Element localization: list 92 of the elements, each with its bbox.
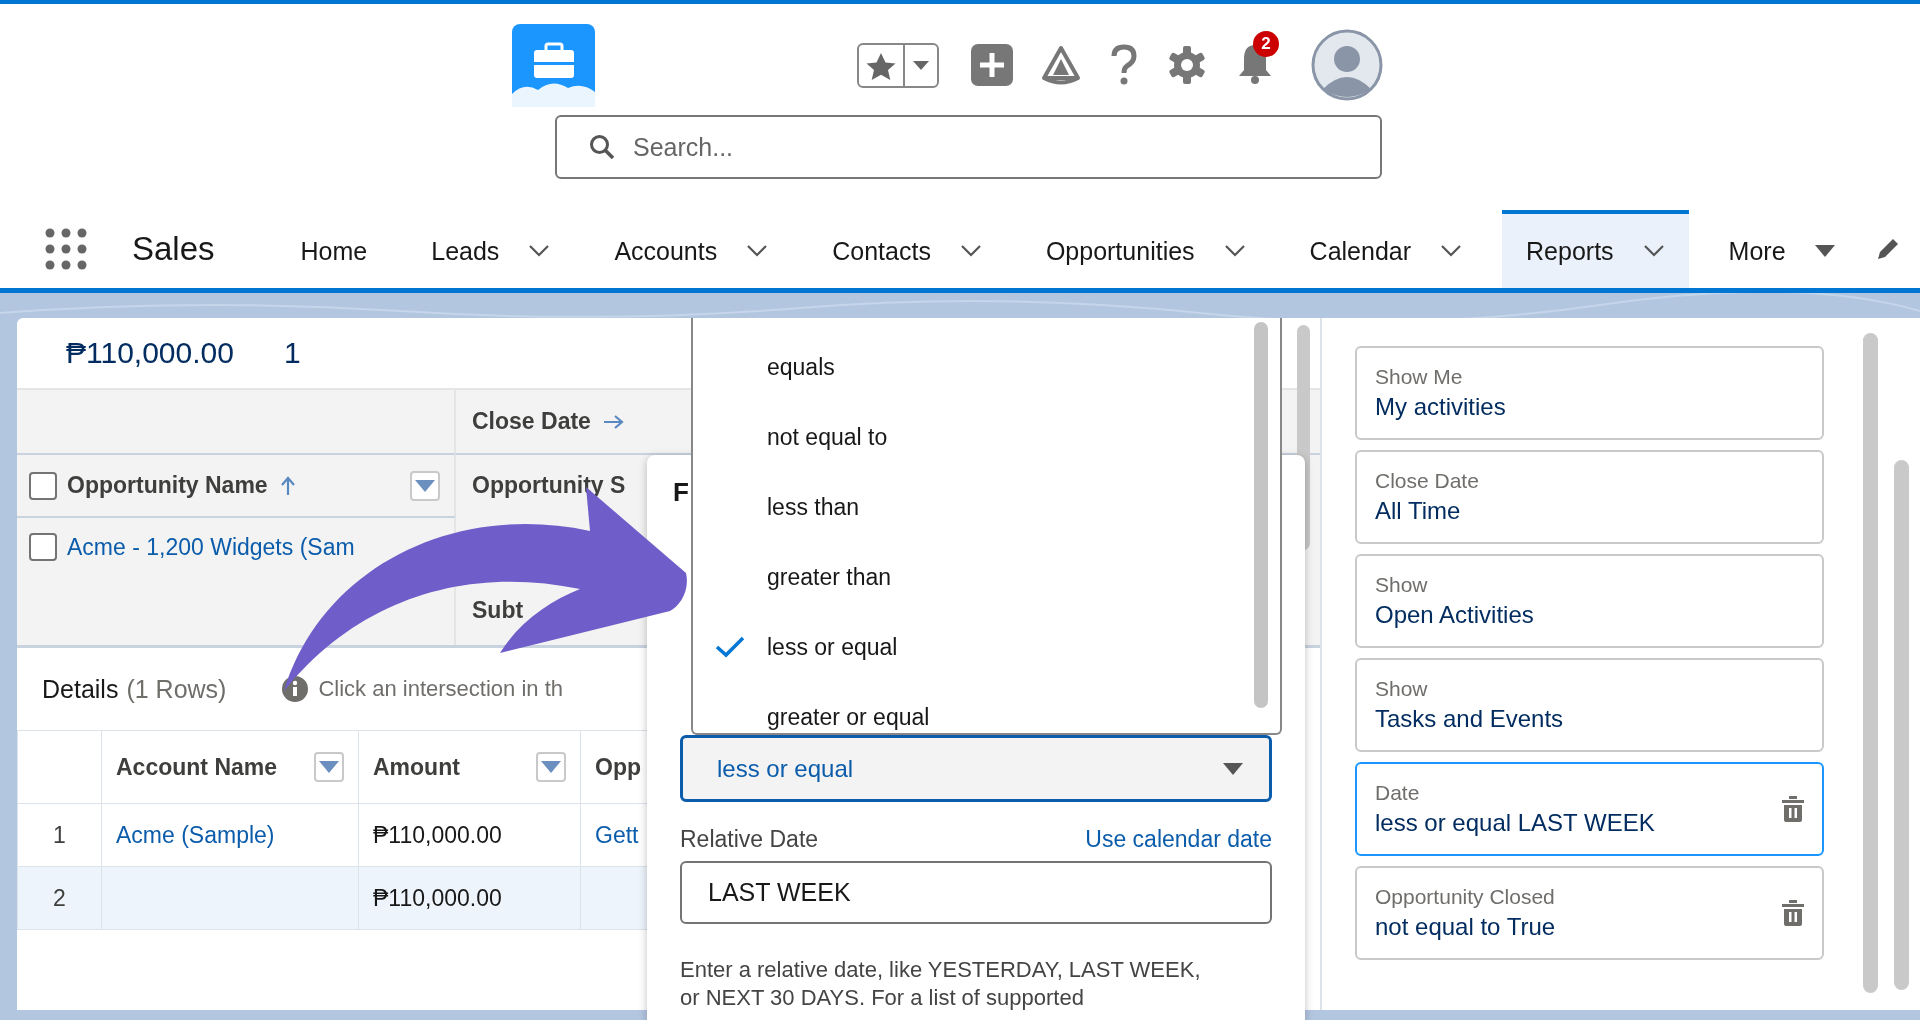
filter-value: less or equal LAST WEEK xyxy=(1375,809,1656,837)
dropdown-option[interactable]: less than xyxy=(693,472,1280,542)
notification-count: 2 xyxy=(1253,31,1279,57)
caret-icon xyxy=(415,479,435,492)
settings-icon[interactable] xyxy=(1167,45,1207,85)
dropdown-option[interactable]: equals xyxy=(693,332,1280,402)
chevron-down-icon[interactable] xyxy=(746,244,769,258)
avatar-icon[interactable] xyxy=(1311,29,1383,101)
mountain-icon[interactable] xyxy=(1041,45,1081,85)
caret-icon xyxy=(1223,762,1243,775)
sort-ascending-icon xyxy=(279,475,296,496)
record-count: 1 xyxy=(283,336,301,370)
filter-card[interactable]: Close Date All Time xyxy=(1355,450,1824,544)
row-number: 1 xyxy=(53,821,66,848)
hint-text: Click an intersection in th xyxy=(318,676,563,702)
caret-icon xyxy=(541,761,561,773)
app-name: Sales xyxy=(132,230,215,268)
amount-cell: ₱110,000.00 xyxy=(373,821,502,848)
filter-label: Close Date xyxy=(1375,469,1480,493)
column-menu-button[interactable] xyxy=(536,752,566,782)
filter-card[interactable]: Show Me My activities xyxy=(1355,346,1824,440)
opportunity-link[interactable]: Gett xyxy=(595,821,639,848)
add-icon[interactable] xyxy=(971,44,1013,86)
column-menu-button[interactable] xyxy=(314,752,344,782)
nav-tab[interactable]: Accounts xyxy=(590,210,793,288)
nav-tab[interactable]: Reports xyxy=(1502,210,1689,288)
search-icon xyxy=(589,134,615,160)
filter-label: Show Me xyxy=(1375,365,1464,389)
dropdown-option[interactable]: greater than xyxy=(693,542,1280,612)
nav-tab[interactable]: Opportunities xyxy=(1021,210,1270,288)
filter-card[interactable]: Opportunity Closed not equal to True xyxy=(1355,866,1824,960)
scrollbar[interactable] xyxy=(1863,333,1878,993)
filter-card[interactable]: Show Tasks and Events xyxy=(1355,658,1824,752)
app-logo[interactable] xyxy=(512,23,595,107)
checkmark-icon xyxy=(715,636,745,658)
row-number: 2 xyxy=(53,884,66,911)
checkbox[interactable] xyxy=(29,533,57,561)
chevron-down-icon[interactable] xyxy=(959,244,982,258)
scrollbar[interactable] xyxy=(1894,460,1909,990)
filter-label: Opportunity Closed xyxy=(1375,885,1556,909)
delete-icon[interactable] xyxy=(1782,796,1804,822)
delete-icon[interactable] xyxy=(1782,900,1804,926)
column-header[interactable]: Opp xyxy=(595,753,641,781)
chevron-down-icon[interactable] xyxy=(1642,244,1665,258)
amount-cell: ₱110,000.00 xyxy=(373,884,502,911)
column-menu-button[interactable] xyxy=(410,470,440,501)
app-launcher-icon[interactable] xyxy=(45,228,87,270)
filter-value: not equal to True xyxy=(1375,913,1557,941)
filter-value: Open Activities xyxy=(1375,601,1535,629)
info-icon xyxy=(282,676,309,702)
calendar-date-link[interactable]: Use calendar date xyxy=(1085,826,1272,853)
filter-value: All Time xyxy=(1375,497,1462,525)
filter-label: Show xyxy=(1375,677,1429,701)
nav-tab[interactable]: Contacts xyxy=(808,210,1006,288)
scrollbar[interactable] xyxy=(1254,322,1268,708)
dropdown-option[interactable]: less or equal xyxy=(693,612,1280,682)
help-icon[interactable] xyxy=(1109,44,1139,86)
opportunity-link[interactable]: Acme - 1,200 Widgets (Sam xyxy=(67,533,355,561)
section-title: Details xyxy=(42,674,119,704)
dropdown-option[interactable]: not equal to xyxy=(693,402,1280,472)
filter-label: Show xyxy=(1375,573,1429,597)
filter-label: Date xyxy=(1375,781,1421,805)
filter-value: My activities xyxy=(1375,393,1507,421)
subtotal-label: Subt xyxy=(472,597,524,624)
nav-tab[interactable]: Leads xyxy=(407,210,575,288)
filter-value: Tasks and Events xyxy=(1375,705,1565,733)
help-text: Enter a relative date, like YESTERDAY, LAST WEEK, or NEXT 30 DAYS. For a list of supported xyxy=(680,956,1202,1012)
column-header[interactable]: Opportunity S xyxy=(472,472,626,499)
arrow-right-icon xyxy=(602,413,625,430)
caret-icon xyxy=(1814,245,1835,257)
chevron-down-icon[interactable] xyxy=(1440,244,1463,258)
chevron-down-icon[interactable] xyxy=(528,244,551,258)
nav-tab[interactable]: Calendar xyxy=(1285,210,1487,288)
chevron-down-icon[interactable] xyxy=(1223,244,1246,258)
nav-tab[interactable]: More xyxy=(1704,210,1859,288)
filter-card[interactable]: Show Open Activities xyxy=(1355,554,1824,648)
row-count: (1 Rows) xyxy=(126,674,227,704)
filter-card[interactable]: Date less or equal LAST WEEK xyxy=(1355,762,1824,856)
caret-icon xyxy=(319,761,339,773)
popover-title: F xyxy=(673,477,690,507)
column-group-header[interactable]: Close Date xyxy=(472,408,591,435)
row-group-header[interactable]: Opportunity Name xyxy=(67,472,268,499)
column-header[interactable]: Amount xyxy=(373,753,460,781)
search-field[interactable]: Search... xyxy=(555,115,1382,179)
field-label: Relative Date xyxy=(680,826,819,853)
caret-icon xyxy=(913,60,929,70)
nav-tab[interactable]: Home xyxy=(276,210,392,288)
operator-combobox[interactable]: less or equal xyxy=(680,735,1272,802)
relative-date-field[interactable]: LAST WEEK xyxy=(680,861,1272,924)
total-amount: ₱110,000.00 xyxy=(66,336,234,370)
checkbox[interactable] xyxy=(29,471,57,500)
favorites-button[interactable] xyxy=(857,42,939,88)
